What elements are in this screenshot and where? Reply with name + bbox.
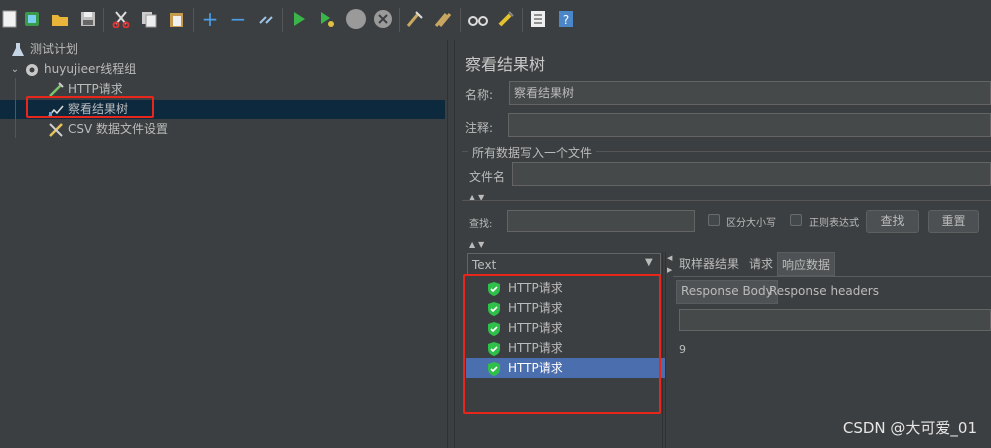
comment-label: 注释: — [465, 121, 494, 135]
tab-sampler-result[interactable]: 取样器结果 — [679, 254, 739, 276]
templates-icon[interactable] — [22, 9, 42, 29]
copy-icon[interactable] — [139, 9, 159, 29]
tab-line — [673, 276, 991, 277]
clear-icon[interactable] — [405, 9, 425, 29]
stop-icon[interactable] — [345, 9, 367, 29]
annotation-box-results — [463, 274, 661, 414]
cut-icon[interactable] — [111, 9, 131, 29]
annotation-box-tree — [26, 96, 154, 118]
help-icon[interactable]: ? — [556, 9, 576, 29]
tree-item-label: huyujieer线程组 — [44, 62, 137, 76]
subtab-response-headers[interactable]: Response headers — [769, 281, 879, 303]
toggle-icon[interactable] — [256, 9, 276, 29]
regex-checkbox[interactable] — [790, 214, 802, 226]
arrow-right-icon[interactable]: ▶ — [667, 266, 672, 274]
start-icon[interactable] — [289, 9, 309, 29]
file-name-field[interactable] — [512, 162, 991, 186]
name-field[interactable]: 察看结果树 — [509, 81, 991, 105]
detail-divider[interactable]: ◀ ▶ — [665, 252, 674, 448]
tree-item-thread-group[interactable]: ⌄ huyujieer线程组 — [10, 60, 137, 79]
tab-request[interactable]: 请求 — [749, 254, 773, 276]
renderer-select[interactable]: Text — [467, 253, 661, 275]
name-label: 名称: — [465, 88, 494, 102]
paste-icon[interactable] — [167, 9, 187, 29]
new-icon[interactable] — [0, 9, 20, 29]
case-sensitive-label: 区分大小写 — [726, 218, 776, 229]
comment-field[interactable] — [508, 113, 991, 137]
chevron-down-icon[interactable]: ⌄ — [10, 62, 20, 78]
search-input[interactable] — [507, 210, 695, 232]
response-search-field[interactable] — [679, 309, 991, 331]
shutdown-icon[interactable] — [373, 9, 393, 29]
tree-guide-line — [15, 78, 16, 138]
clear-all-icon[interactable] — [433, 9, 453, 29]
file-section-title: 所有数据写入一个文件 — [468, 144, 597, 161]
test-plan-icon — [10, 42, 26, 58]
file-name-label: 文件名 — [469, 170, 506, 184]
split-divider[interactable] — [447, 40, 455, 448]
svg-text:?: ? — [563, 13, 569, 27]
reset-search-icon[interactable] — [496, 9, 516, 29]
watermark: CSDN @大可爱_01 — [842, 419, 977, 437]
case-sensitive-checkbox[interactable] — [708, 214, 720, 226]
find-button[interactable]: 查找 — [866, 210, 919, 233]
start-no-pause-icon[interactable] — [317, 9, 337, 29]
open-icon[interactable] — [50, 9, 70, 29]
response-body-text: 9 — [679, 343, 686, 356]
reset-button[interactable]: 重置 — [928, 210, 979, 233]
subtab-response-body[interactable]: Response Body — [676, 280, 778, 304]
tree-item-label: CSV 数据文件设置 — [68, 122, 169, 136]
tree-item-csv-data-set[interactable]: CSV 数据文件设置 — [48, 120, 168, 139]
section-divider — [462, 200, 991, 201]
function-helper-icon[interactable] — [528, 9, 548, 29]
collapse-icon[interactable]: − — [228, 7, 248, 31]
search-label: 查找: — [469, 219, 493, 230]
tab-response-data[interactable]: 响应数据 — [777, 252, 836, 276]
save-icon[interactable] — [78, 9, 98, 29]
gear-icon — [24, 62, 40, 78]
collapse-arrows-bottom[interactable]: ▲▼ — [469, 240, 487, 249]
wrench-icon — [48, 122, 64, 138]
tree-item-label: 测试计划 — [30, 42, 79, 56]
panel-title: 察看结果树 — [465, 55, 546, 74]
search-icon[interactable] — [468, 9, 488, 29]
arrow-left-icon[interactable]: ◀ — [667, 254, 672, 262]
regex-label: 正则表达式 — [809, 218, 859, 229]
tree-item-test-plan[interactable]: 测试计划 — [10, 40, 78, 59]
expand-icon[interactable]: + — [200, 7, 220, 31]
chevron-down-icon[interactable]: ▼ — [645, 257, 653, 268]
toolbar: + − ? — [0, 0, 991, 41]
